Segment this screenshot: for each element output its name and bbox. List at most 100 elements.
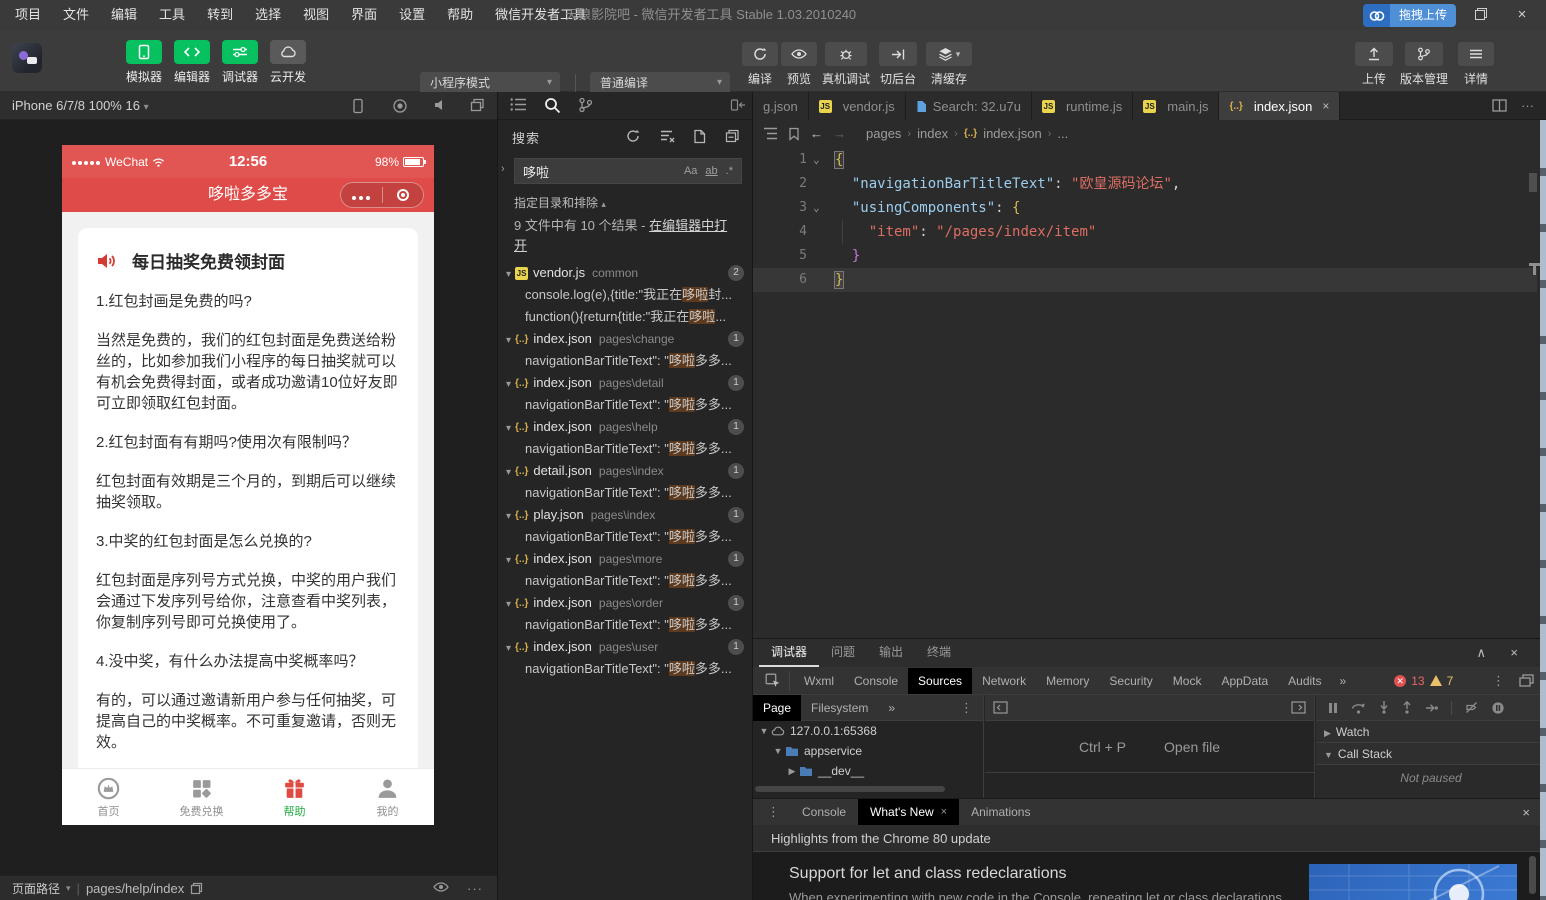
menu-item-settings[interactable]: 设置 [388, 0, 436, 30]
path-label[interactable]: 页面路径 [12, 880, 60, 897]
appmode-select[interactable]: 小程序模式▾ [420, 72, 560, 94]
record-icon[interactable] [392, 98, 408, 114]
avatar[interactable] [12, 43, 42, 73]
devtools-tab-console[interactable]: Console [844, 668, 908, 694]
tab-help[interactable]: 帮助 [248, 769, 341, 825]
horizontal-scrollbar[interactable] [755, 786, 945, 792]
pause-icon[interactable] [1328, 702, 1338, 714]
expand-icon[interactable]: ▾ [506, 335, 511, 346]
step-out-icon[interactable] [1402, 701, 1412, 714]
minimize-target-icon[interactable] [383, 189, 424, 201]
step-over-icon[interactable] [1351, 702, 1366, 714]
tree-item-appservice[interactable]: ▼ appservice [753, 741, 983, 761]
search-result-match[interactable]: navigationBarTitleText": "哆啦多多... [498, 614, 752, 636]
more-dots-icon[interactable] [341, 188, 382, 203]
undock-icon[interactable] [1519, 674, 1534, 687]
devtools-tab-sources[interactable]: Sources [908, 668, 972, 694]
search-result-match[interactable]: navigationBarTitleText": "哆啦多多... [498, 658, 752, 680]
breadcrumb-path[interactable]: pages› index› {..} index.json› ... [866, 126, 1068, 141]
search-result-file[interactable]: ▾{..}index.jsonpages\change1 [498, 328, 752, 350]
call-stack-section-header[interactable]: ▼Call Stack [1316, 743, 1546, 765]
clear-search-results-icon[interactable] [660, 129, 675, 143]
expand-icon[interactable]: ▾ [506, 555, 511, 566]
sources-tab-page[interactable]: Page [753, 695, 801, 721]
panel-tab-terminal[interactable]: 终端 [915, 639, 963, 667]
show-debugger-icon[interactable] [1291, 701, 1314, 714]
search-result-match[interactable]: navigationBarTitleText": "哆啦多多... [498, 438, 752, 460]
search-result-file[interactable]: ▾{..}index.jsonpages\detail1 [498, 372, 752, 394]
more-options-icon[interactable]: ··· [467, 876, 483, 900]
devtools-tab-audits[interactable]: Audits [1278, 668, 1331, 694]
real-device-debug-button[interactable]: 真机调试 [822, 42, 870, 87]
compile-mode-select[interactable]: 普通编译▾ [590, 72, 730, 94]
file-tab-gjson[interactable]: g.json [753, 92, 809, 120]
search-result-match[interactable]: navigationBarTitleText": "哆啦多多... [498, 570, 752, 592]
eye-icon[interactable] [433, 881, 449, 893]
close-tab-icon[interactable]: × [941, 799, 947, 826]
panel-tab-debugger[interactable]: 调试器 [759, 639, 819, 667]
close-panel-icon[interactable]: × [1510, 645, 1518, 660]
capsule-menu[interactable] [340, 182, 424, 208]
files-include-exclude-toggle[interactable]: 指定目录和排除 ▴ [514, 194, 606, 211]
devtools-tab-network[interactable]: Network [972, 668, 1036, 694]
file-list-icon[interactable] [510, 97, 527, 112]
panel-tab-output[interactable]: 输出 [867, 639, 915, 667]
search-result-match[interactable]: navigationBarTitleText": "哆啦多多... [498, 526, 752, 548]
close-window-icon[interactable]: × [1514, 7, 1530, 23]
mute-icon[interactable] [433, 98, 447, 112]
tabs-overflow-icon[interactable]: » [1332, 674, 1355, 688]
devtools-tab-appdata[interactable]: AppData [1211, 668, 1278, 694]
expand-icon[interactable]: ▾ [506, 467, 511, 478]
step-into-icon[interactable] [1379, 701, 1389, 714]
more-actions-icon[interactable]: ··· [1521, 98, 1534, 113]
details-button[interactable]: 详情 [1458, 42, 1494, 87]
device-selector[interactable]: iPhone 6/7/8 100% 16 ▾ [12, 92, 149, 122]
simulator-toggle-button[interactable]: 模拟器 [120, 40, 168, 85]
open-search-editor-icon[interactable] [693, 129, 706, 144]
search-result-match[interactable]: navigationBarTitleText": "哆啦多多... [498, 350, 752, 372]
devtools-more-icon[interactable]: ⋮ [1492, 673, 1505, 689]
search-result-match[interactable]: console.log(e),{title:"我正在哆啦封... [498, 284, 752, 306]
fold-icon[interactable]: ⌄ [813, 196, 820, 220]
nav-forward-icon[interactable]: → [833, 126, 846, 141]
nav-back-icon[interactable]: ← [810, 126, 823, 141]
panel-tab-problems[interactable]: 问题 [819, 639, 867, 667]
search-result-match[interactable]: navigationBarTitleText": "哆啦多多... [498, 394, 752, 416]
tab-mine[interactable]: 我的 [341, 769, 434, 825]
hide-navigator-icon[interactable] [985, 701, 1008, 714]
search-input[interactable]: Aa ab .* [514, 158, 742, 184]
drawer-tab-console[interactable]: Console [790, 799, 858, 826]
bookmark-icon[interactable] [788, 127, 800, 141]
copy-icon[interactable] [190, 882, 203, 895]
compile-button[interactable]: 编译 [742, 42, 778, 87]
expand-icon[interactable]: ▾ [506, 643, 511, 654]
search-result-file[interactable]: ▾{..}index.jsonpages\user1 [498, 636, 752, 658]
cloud-dev-button[interactable]: 云开发 [264, 40, 312, 85]
article-title[interactable]: Support for let and class redeclarations [789, 865, 1066, 883]
preview-button[interactable]: 预览 [781, 42, 817, 87]
navigator-overflow-icon[interactable]: » [878, 695, 905, 721]
search-result-file[interactable]: ▾{..}detail.jsonpages\index1 [498, 460, 752, 482]
devtools-tab-security[interactable]: Security [1099, 668, 1162, 694]
regex-icon[interactable]: .* [722, 163, 737, 179]
devtools-tab-memory[interactable]: Memory [1036, 668, 1099, 694]
search-icon[interactable] [544, 97, 561, 114]
search-result-file[interactable]: ▾{..}index.jsonpages\more1 [498, 548, 752, 570]
menu-item-tools[interactable]: 工具 [148, 0, 196, 30]
expand-icon[interactable]: ▾ [506, 423, 511, 434]
deactivate-breakpoints-icon[interactable] [1465, 701, 1478, 714]
outline-icon[interactable] [763, 127, 778, 140]
navigator-more-icon[interactable]: ⋮ [960, 700, 983, 716]
toggle-replace-icon[interactable]: › [501, 163, 505, 175]
git-icon[interactable] [578, 97, 593, 113]
drawer-tab-whats-new[interactable]: What's New× [858, 799, 959, 826]
drawer-menu-icon[interactable]: ⋮ [753, 804, 790, 820]
tree-item-host[interactable]: ▼ 127.0.0.1:65368 [753, 721, 983, 741]
whole-word-icon[interactable]: ab [701, 163, 721, 179]
drawer-scrollbar[interactable] [1529, 856, 1536, 894]
search-query-field[interactable] [523, 164, 680, 179]
search-result-file[interactable]: ▾{..}play.jsonpages\index1 [498, 504, 752, 526]
search-result-match[interactable]: function(){return{title:"我正在哆啦... [498, 306, 752, 328]
debugger-toggle-button[interactable]: 调试器 [216, 40, 264, 85]
file-tab-mainjs[interactable]: JSmain.js [1133, 92, 1219, 120]
